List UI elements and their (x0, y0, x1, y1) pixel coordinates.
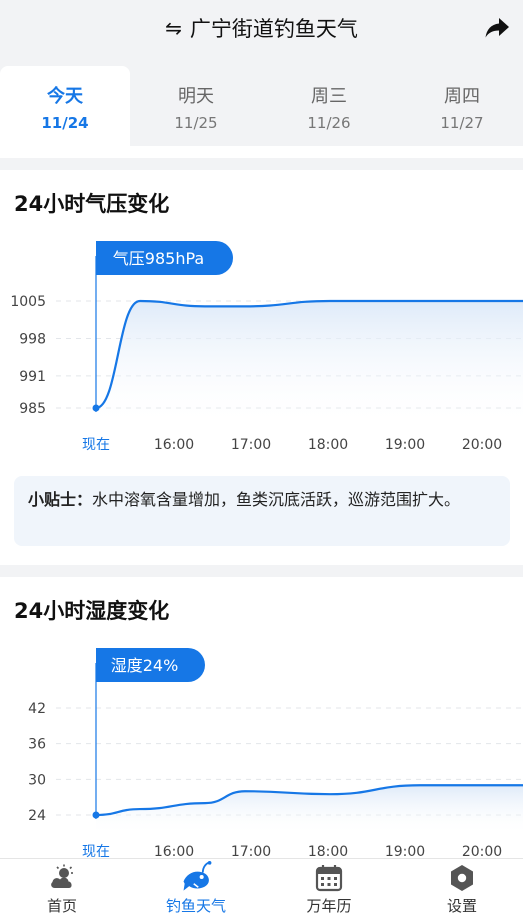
tip-label: 小贴士： (28, 490, 93, 509)
header: ⇋ 广宁街道钓鱼天气 (0, 0, 523, 56)
current-point (92, 404, 100, 412)
fishing-tip: 小贴士：水中溶氧含量增加，鱼类沉底活跃，巡游范围扩大。 (14, 476, 510, 546)
settings-icon (451, 865, 473, 891)
nav-label: 设置 (446, 897, 477, 913)
tab-day-label: 明天 (178, 86, 214, 107)
x-tick-label-now: 现在 (82, 437, 110, 453)
humidity-title: 24小时湿度变化 (14, 599, 170, 623)
value-badge-label: 气压985hPa (113, 249, 204, 268)
nav-fishing-weather[interactable]: 钓鱼天气 (131, 859, 261, 913)
nav-label: 万年历 (306, 897, 352, 913)
x-tick-label: 17:00 (231, 437, 271, 453)
nav-label: 首页 (46, 897, 77, 913)
swap-icon: ⇋ (165, 16, 182, 40)
bottom-nav: 首页 钓鱼天气 万年历 设置 (0, 858, 523, 913)
tab-day-label: 今天 (47, 86, 83, 107)
tab-date-label: 11/26 (307, 114, 351, 132)
tab-wednesday[interactable]: 周三 11/26 (264, 66, 394, 146)
pressure-chart: 985 991 998 1005 气压985hPa 现在 16:00 17:00 18:00 19… (0, 232, 523, 462)
y-tick-label: 991 (19, 369, 46, 385)
current-point (92, 811, 100, 819)
series-area (96, 785, 523, 835)
weather-icon (51, 864, 73, 888)
x-tick-label: 18:00 (308, 844, 348, 858)
y-tick-label: 998 (19, 331, 46, 347)
y-tick-label: 985 (19, 401, 46, 417)
y-tick-label: 30 (28, 772, 46, 788)
humidity-card: 24小时湿度变化 24 30 36 42 湿度24% 现在 16:00 17:00 18:00 1… (0, 577, 523, 858)
nav-label: 钓鱼天气 (165, 897, 226, 913)
tab-day-label: 周三 (311, 86, 347, 107)
y-tick-label: 36 (28, 737, 46, 753)
tab-date-label: 11/24 (41, 114, 89, 132)
tab-tomorrow[interactable]: 明天 11/25 (131, 66, 261, 146)
share-icon (485, 18, 509, 38)
x-tick-label: 18:00 (308, 437, 348, 453)
pressure-chart-svg: 985 991 998 1005 气压985hPa 现在 16:00 17:00 18:00 19… (10, 241, 523, 453)
y-tick-label: 42 (28, 701, 46, 717)
calendar-icon (315, 865, 343, 892)
nav-settings[interactable]: 设置 (397, 859, 523, 913)
nav-home[interactable]: 首页 (0, 859, 127, 913)
tab-day-label: 周四 (444, 86, 480, 107)
series-area (96, 301, 523, 428)
share-button[interactable] (483, 14, 511, 42)
pressure-title: 24小时气压变化 (14, 192, 170, 216)
page-title: 广宁街道钓鱼天气 (189, 17, 358, 41)
tip-text: 水中溶氧含量增加，鱼类沉底活跃，巡游范围扩大。 (92, 490, 461, 509)
tabs-underlay (0, 146, 523, 158)
x-tick-label: 16:00 (154, 437, 194, 453)
x-tick-label: 20:00 (462, 437, 502, 453)
location-switcher[interactable]: ⇋ 广宁街道钓鱼天气 (0, 13, 523, 43)
x-tick-label: 19:00 (385, 844, 425, 858)
y-tick-label: 1005 (10, 294, 46, 310)
tab-date-label: 11/25 (174, 114, 218, 132)
tab-thursday[interactable]: 周四 11/27 (397, 66, 523, 146)
value-badge-label: 湿度24% (111, 656, 179, 675)
humidity-chart: 24 30 36 42 湿度24% 现在 16:00 17:00 18:00 19:00 20:00 (0, 639, 523, 858)
x-tick-label: 17:00 (231, 844, 271, 858)
day-tabs: 今天 11/24 明天 11/25 周三 11/26 周四 11/27 (0, 66, 523, 146)
nav-calendar[interactable]: 万年历 (264, 859, 394, 913)
pressure-card: 24小时气压变化 985 991 998 1005 气压985hPa 现在 16:00 17:… (0, 170, 523, 565)
x-tick-label: 16:00 (154, 844, 194, 858)
x-tick-label: 20:00 (462, 844, 502, 858)
tab-date-label: 11/27 (440, 114, 484, 132)
y-tick-label: 24 (28, 808, 46, 824)
fish-icon (183, 861, 212, 891)
x-tick-label: 19:00 (385, 437, 425, 453)
humidity-chart-svg: 24 30 36 42 湿度24% 现在 16:00 17:00 18:00 19:00 20:00 (28, 648, 523, 858)
x-tick-label-now: 现在 (82, 844, 110, 858)
tab-today[interactable]: 今天 11/24 (0, 66, 130, 146)
